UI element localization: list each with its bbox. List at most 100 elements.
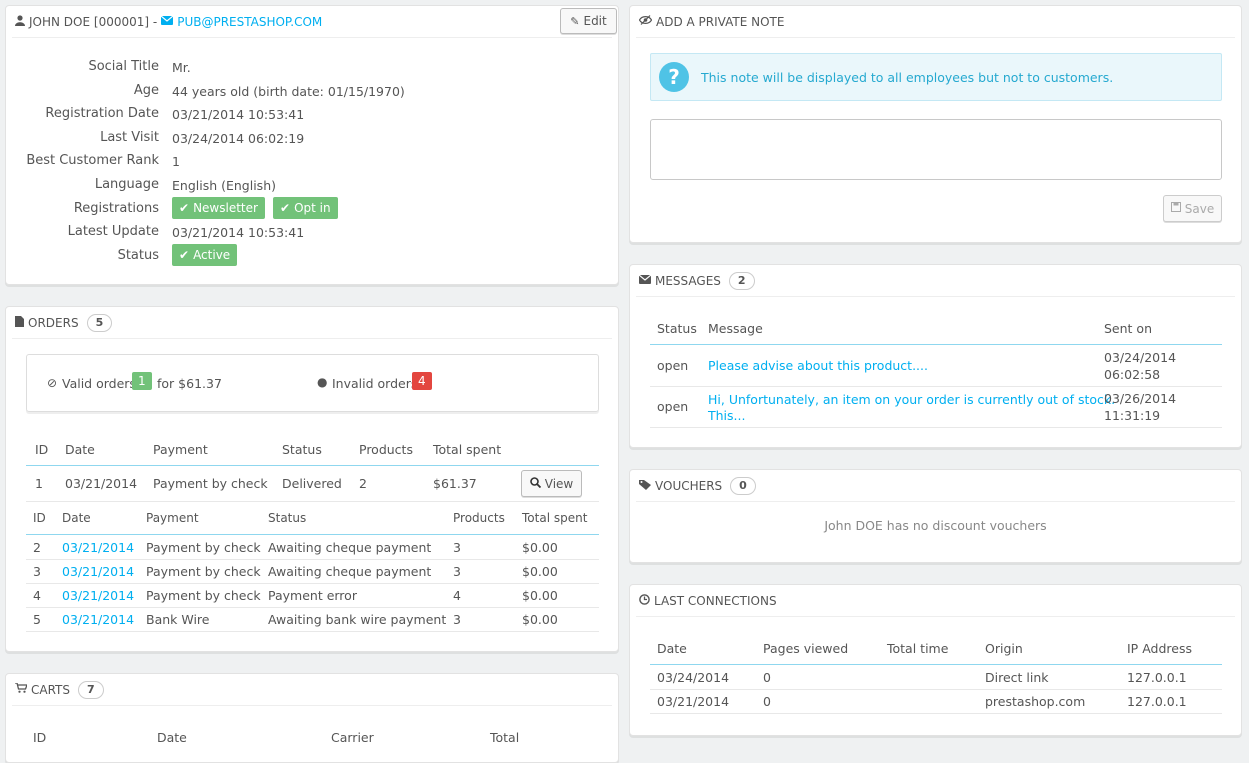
invalid-orders-label: Invalid orders [332, 376, 418, 391]
customer-panel-header: JOHN DOE [000001] - PUB@PRESTASHOP.COM [12, 6, 612, 38]
order-date-link[interactable]: 03/21/2014 [62, 540, 134, 555]
table-cell: Payment by check [146, 588, 261, 603]
field-value: English (English) [172, 178, 276, 193]
order-date-link[interactable]: 03/21/2014 [62, 612, 134, 627]
field-value: 44 years old (birth date: 01/15/1970) [172, 84, 405, 99]
table-cell: prestashop.com [985, 694, 1086, 709]
status-active-label: Active [193, 248, 231, 262]
table-cell: Bank Wire [146, 612, 210, 627]
table-cell: Awaiting cheque payment [268, 564, 432, 579]
table-cell: 03/21/2014 [657, 694, 730, 709]
floppy-icon [1170, 202, 1181, 215]
view-button-label: View [544, 476, 574, 491]
table-header: ID [33, 511, 46, 525]
customer-panel: JOHN DOE [000001] - PUB@PRESTASHOP.COM ✎… [5, 5, 619, 285]
shopping-cart-icon [15, 682, 28, 696]
private-note-panel: ADD A PRIVATE NOTE ? This note will be d… [629, 5, 1242, 243]
valid-orders-icon: ⊘ [47, 376, 58, 390]
order-date-link[interactable]: 03/21/2014 [62, 564, 134, 579]
carts-panel: CARTS 7 ID Date Carrier Total [5, 673, 619, 763]
message-date: 03/24/2014 [1104, 350, 1177, 365]
table-header: Carrier [331, 730, 374, 745]
table-header: ID [35, 442, 49, 457]
tag-icon [639, 479, 651, 493]
field-value: 03/21/2014 10:53:41 [172, 225, 305, 240]
field-label: Social Title [88, 59, 159, 74]
vouchers-panel: VOUCHERS 0 John DOE has no discount vouc… [629, 469, 1242, 563]
edit-customer-button[interactable]: ✎ Edit [560, 8, 617, 34]
table-header: Total spent [522, 511, 588, 525]
order-date-link[interactable]: 03/21/2014 [62, 588, 134, 603]
table-cell: 3 [453, 540, 461, 555]
invalid-orders-icon: ● [317, 375, 328, 389]
table-divider [26, 465, 599, 466]
table-cell: 4 [453, 588, 461, 603]
eye-slash-icon [638, 15, 653, 28]
view-order-button[interactable]: View [521, 470, 582, 497]
table-header: Date [65, 442, 95, 457]
orders-panel-header: ORDERS 5 [12, 307, 612, 339]
table-divider [26, 607, 599, 608]
table-cell: $0.00 [522, 564, 558, 579]
field-label: Status [117, 248, 159, 263]
table-cell: 3 [453, 612, 461, 627]
message-link[interactable]: Hi, Unfortunately, an item on your order… [708, 392, 1115, 407]
newsletter-label: Newsletter [193, 201, 258, 215]
table-cell: $0.00 [522, 588, 558, 603]
field-label: Age [133, 83, 159, 98]
valid-orders-count: 1 [132, 372, 152, 390]
table-cell: 3 [33, 564, 41, 579]
table-cell: 5 [33, 612, 41, 627]
note-info-alert: ? This note will be displayed to all emp… [650, 53, 1222, 101]
orders-panel: ORDERS 5 ⊘ Valid orders 1 for $61.37 ● I… [5, 306, 619, 652]
save-note-button[interactable]: Save [1163, 195, 1222, 222]
field-value: Mr. [172, 60, 191, 75]
table-header: Products [453, 511, 505, 525]
table-cell: Awaiting cheque payment [268, 540, 432, 555]
table-header: Date [62, 511, 91, 525]
table-header: Payment [153, 442, 208, 457]
field-label: Best Customer Rank [26, 153, 159, 168]
table-divider [650, 427, 1222, 428]
connections-title: LAST CONNECTIONS [654, 593, 777, 608]
messages-title: MESSAGES [655, 273, 721, 288]
table-header: Status [282, 442, 322, 457]
status-active-badge: ✔ Active [172, 244, 238, 266]
messages-header: MESSAGES 2 [636, 265, 1235, 297]
private-note-textarea[interactable] [650, 119, 1222, 180]
table-header: Payment [146, 511, 199, 525]
message-link[interactable]: Please advise about this product.... [708, 358, 928, 373]
clock-icon [639, 593, 650, 608]
field-label: Registrations [73, 201, 159, 216]
table-header: Total time [887, 641, 949, 656]
edit-icon: ✎ [570, 14, 580, 28]
table-header: Status [657, 321, 697, 336]
table-divider [26, 501, 599, 502]
table-cell: $0.00 [522, 612, 558, 627]
table-cell: 1 [35, 476, 43, 491]
customer-name: JOHN DOE [000001] - [29, 14, 158, 29]
user-icon [15, 14, 25, 29]
field-label: Last Visit [100, 130, 159, 145]
check-icon: ✔ [179, 201, 190, 215]
field-label: Registration Date [45, 106, 159, 121]
message-time: 11:31:19 [1104, 408, 1161, 423]
question-circle-icon: ? [659, 62, 689, 92]
envelope-icon [160, 15, 174, 28]
table-header: IP Address [1127, 641, 1192, 656]
newsletter-badge: ✔ Newsletter [172, 197, 265, 219]
invalid-orders-count: 4 [412, 372, 432, 390]
field-value: 03/24/2014 06:02:19 [172, 131, 305, 146]
message-time: 06:02:58 [1104, 367, 1161, 382]
customer-email-link[interactable]: PUB@PRESTASHOP.COM [177, 15, 322, 29]
table-cell: $61.37 [433, 476, 477, 491]
table-cell: 4 [33, 588, 41, 603]
note-info-text: This note will be displayed to all emplo… [701, 70, 1114, 85]
message-link[interactable]: This... [708, 408, 745, 423]
messages-panel: MESSAGES 2 Status Message Sent on open Pleas… [629, 264, 1242, 448]
field-label: Latest Update [67, 224, 159, 239]
table-divider [650, 344, 1222, 345]
table-divider [650, 386, 1222, 387]
table-cell: 03/21/2014 [65, 476, 138, 491]
table-cell: 127.0.0.1 [1127, 670, 1187, 685]
